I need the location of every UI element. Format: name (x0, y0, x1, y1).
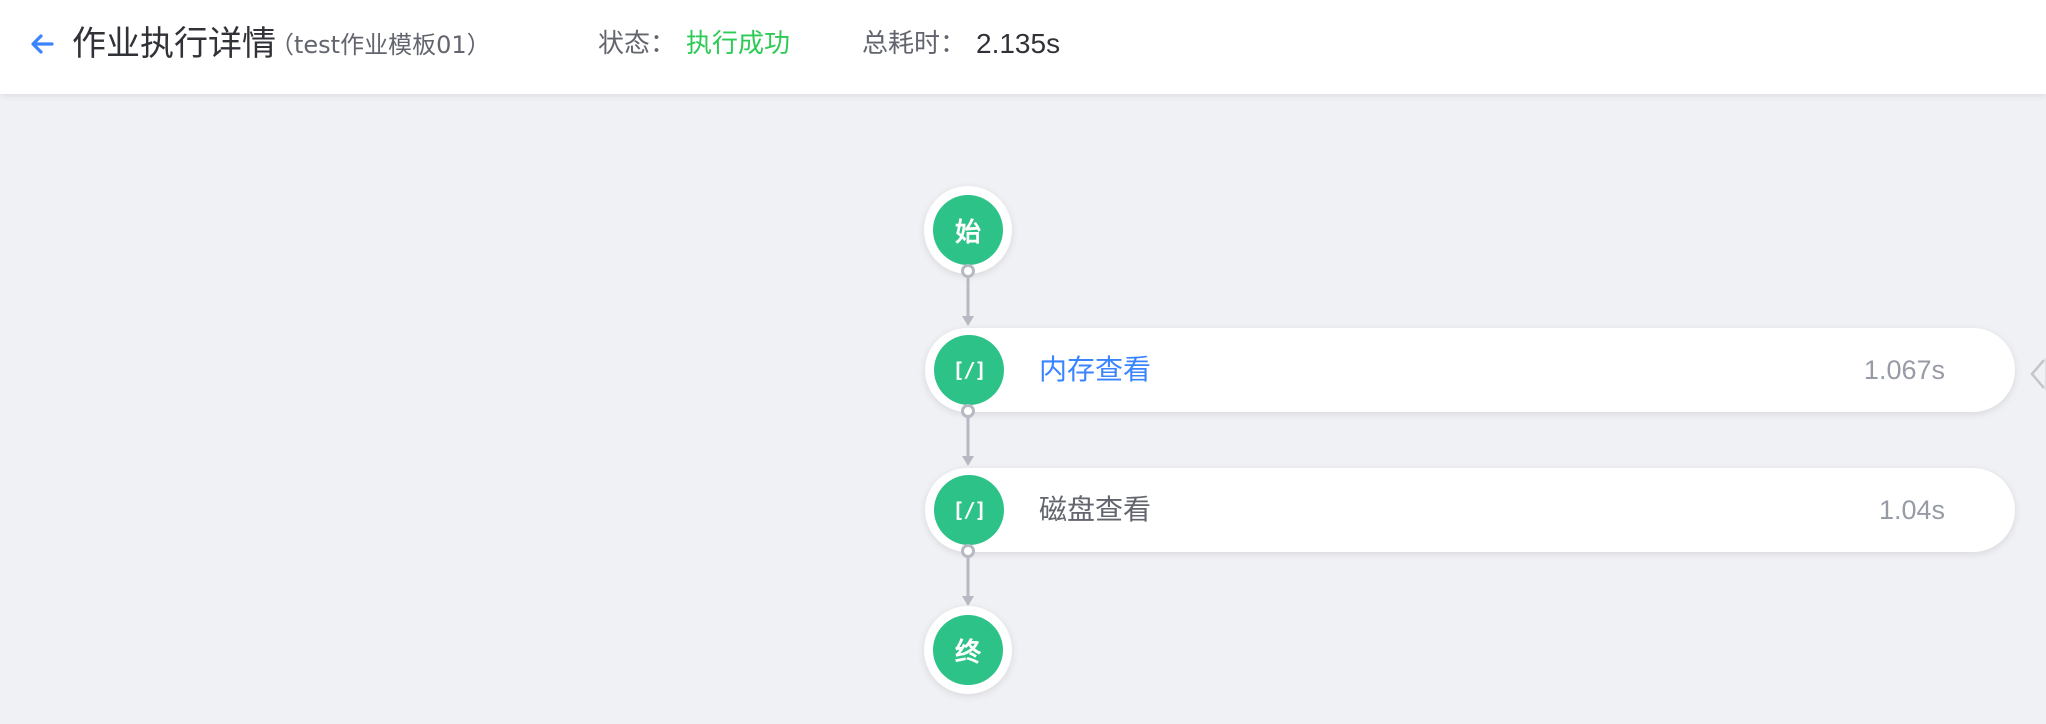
end-node-circle: 终 (933, 615, 1003, 685)
start-node: 始 (924, 186, 1012, 274)
step-time: 1.04s (1878, 495, 1945, 525)
step-card-memory[interactable]: [/] 内存查看 1.067s (925, 328, 2015, 412)
duration-value: 2.135s (976, 28, 1061, 59)
step-name: 内存查看 (1039, 353, 1152, 386)
arrow-left-icon[interactable] (28, 30, 56, 58)
duration-label: 总耗时： (862, 29, 967, 59)
step-time: 1.067s (1863, 355, 1945, 385)
script-icon: [/] (934, 475, 1004, 545)
end-node-label: 终 (954, 637, 981, 668)
script-icon: [/] (934, 335, 1004, 405)
script-icon-glyph: [/] (952, 358, 986, 382)
page-header: 作业执行详情 （test作业模板01） 状态： 执行成功 总耗时： 2.135s (0, 0, 2046, 94)
step-name: 磁盘查看 (1039, 493, 1152, 526)
end-node: 终 (924, 606, 1012, 694)
status-label: 状态： (598, 29, 677, 59)
start-node-label: 始 (954, 217, 981, 248)
flow-connector (961, 264, 975, 326)
script-icon-glyph: [/] (952, 498, 986, 522)
template-name: （test作业模板01） (270, 31, 491, 59)
status-value: 执行成功 (686, 29, 791, 59)
step-card-disk[interactable]: [/] 磁盘查看 1.04s (925, 468, 2015, 552)
page-title: 作业执行详情 (72, 24, 276, 64)
chevron-left-icon[interactable] (2026, 356, 2046, 392)
flow-connector (961, 404, 975, 466)
flow-connector (961, 544, 975, 606)
start-node-circle: 始 (933, 195, 1003, 265)
